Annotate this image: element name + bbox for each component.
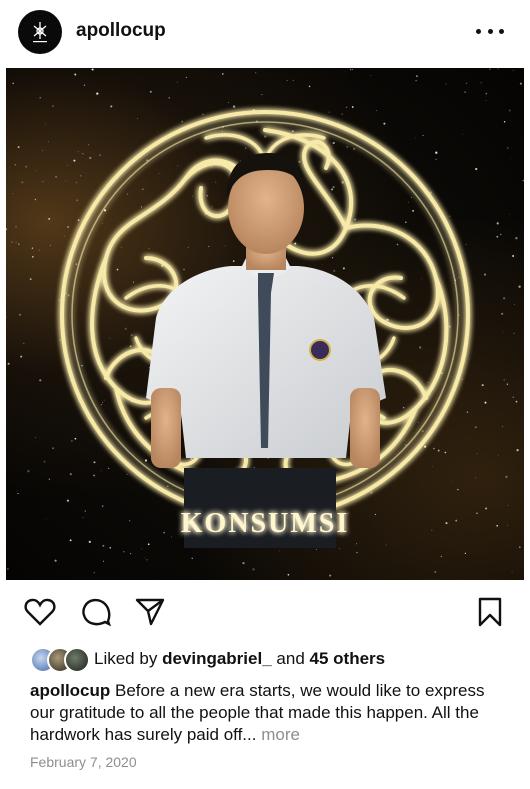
more-options-icon[interactable] (476, 19, 504, 43)
likes-others[interactable]: 45 others (310, 649, 386, 668)
bookmark-icon[interactable] (472, 594, 508, 630)
profile-avatar[interactable] (18, 10, 62, 54)
caption-more-link[interactable]: more (261, 725, 300, 744)
heart-icon[interactable] (22, 594, 58, 630)
caption-username[interactable]: apollocup (30, 681, 110, 700)
image-label: KONSUMSI (181, 508, 349, 539)
caption: apollocup Before a new era starts, we wo… (30, 680, 500, 746)
likes-text: Liked by devingabriel_ and 45 others (94, 649, 385, 669)
apollo-logo-icon (33, 22, 47, 43)
comment-icon[interactable] (78, 594, 114, 630)
liker-avatar (64, 647, 90, 673)
liker-avatars (30, 647, 90, 673)
more-dot (487, 28, 493, 34)
konsumsi-label-layer: KONSUMSI (181, 508, 349, 539)
post-image[interactable]: KONSUMSI (6, 68, 524, 580)
more-dot (499, 28, 504, 34)
liker-username[interactable]: devingabriel_ (162, 649, 272, 668)
more-dot (476, 28, 481, 34)
post-header: apollocup (0, 0, 530, 64)
post-date: February 7, 2020 (30, 754, 137, 770)
action-bar (0, 588, 530, 636)
likes-conjunction: and (276, 649, 305, 668)
likes-prefix: Liked by (94, 649, 158, 668)
post-username[interactable]: apollocup (76, 20, 166, 42)
likes-row[interactable]: Liked by devingabriel_ and 45 others (30, 646, 510, 673)
share-icon[interactable] (132, 594, 168, 630)
